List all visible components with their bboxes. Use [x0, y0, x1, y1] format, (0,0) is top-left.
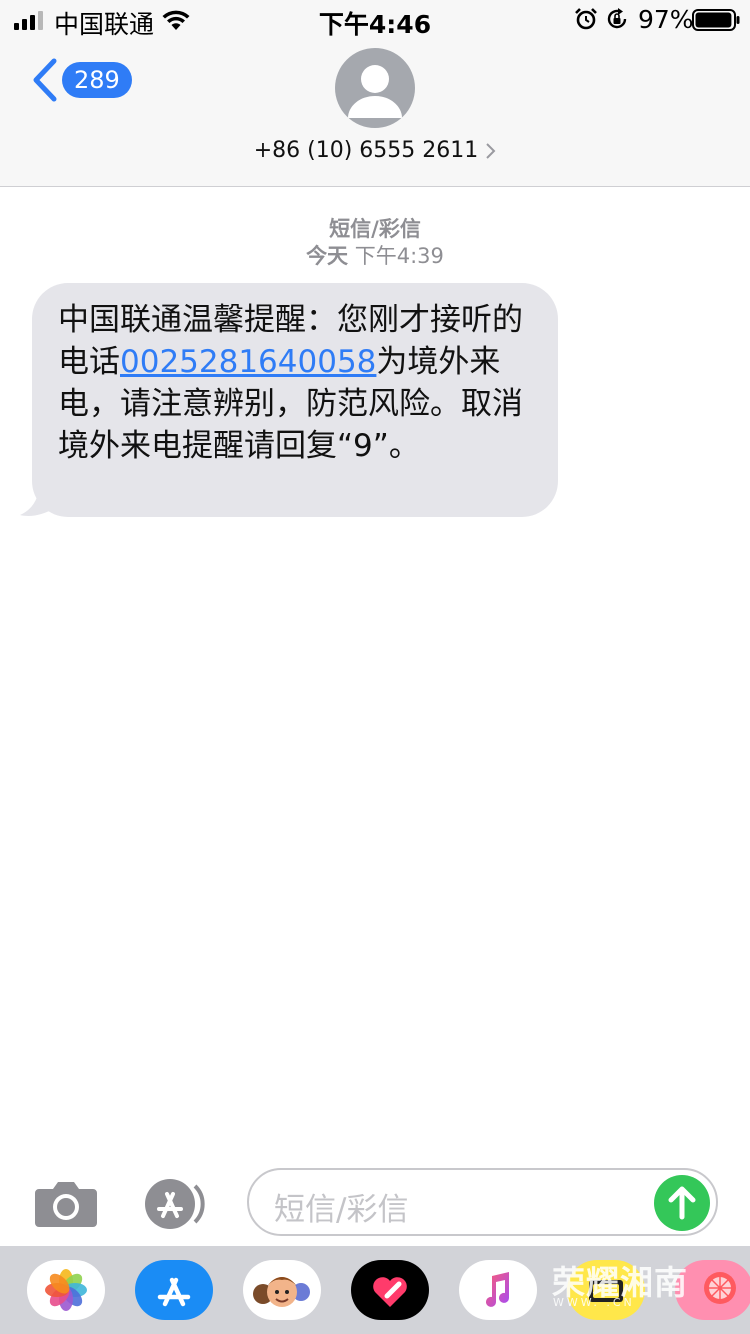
app-store-app-button[interactable]: [135, 1260, 213, 1320]
chevron-right-icon: [486, 143, 496, 159]
contact-info-button[interactable]: +86 (10) 6555 2611: [0, 138, 750, 163]
chevron-left-icon[interactable]: [30, 57, 60, 103]
arrow-up-icon: [668, 1186, 696, 1220]
digital-touch-icon: [373, 1277, 407, 1307]
music-icon: [486, 1272, 509, 1307]
message-bubble[interactable]: 中国联通温馨提醒：您刚才接听的电话0025281640058为境外来电，请注意辨…: [32, 283, 558, 517]
message-input-placeholder: 短信/彩信: [274, 1192, 409, 1228]
camera-icon[interactable]: [35, 1179, 97, 1227]
navigation-header: 中国联通 下午4:46 97% 289 +86 (10) 6555 2611: [0, 0, 750, 187]
message-day: 今天: [306, 244, 349, 268]
person-icon: [348, 65, 402, 118]
send-button[interactable]: [654, 1175, 710, 1231]
message-input[interactable]: 短信/彩信: [247, 1168, 718, 1236]
photos-icon: [45, 1269, 87, 1311]
photos-app-button[interactable]: [27, 1260, 105, 1320]
memoji-app-button[interactable]: [243, 1260, 321, 1320]
phone-number-link[interactable]: 0025281640058: [120, 344, 376, 380]
battery-percent: 97%: [638, 5, 694, 34]
watermark-domain: WWW. .CN: [553, 1296, 635, 1309]
app-store-icon: [157, 1277, 191, 1307]
contact-number: +86 (10) 6555 2611: [253, 138, 479, 163]
digital-touch-app-button[interactable]: [351, 1260, 429, 1320]
alarm-clock-icon: [575, 8, 597, 30]
battery-icon: [692, 9, 740, 31]
rotation-lock-icon: [607, 8, 627, 29]
message-time: 下午4:39: [354, 244, 444, 268]
message-type-label: 短信/彩信: [329, 217, 421, 241]
memoji-icon: [253, 1277, 310, 1307]
message-timestamp: 今天 下午4:39: [0, 240, 750, 270]
unread-count-badge[interactable]: 289: [62, 62, 132, 98]
app-store-icon[interactable]: [140, 1178, 212, 1230]
status-bar: 中国联通 下午4:46 97%: [0, 0, 750, 40]
contact-avatar[interactable]: [335, 48, 415, 128]
music-app-button[interactable]: [459, 1260, 537, 1320]
